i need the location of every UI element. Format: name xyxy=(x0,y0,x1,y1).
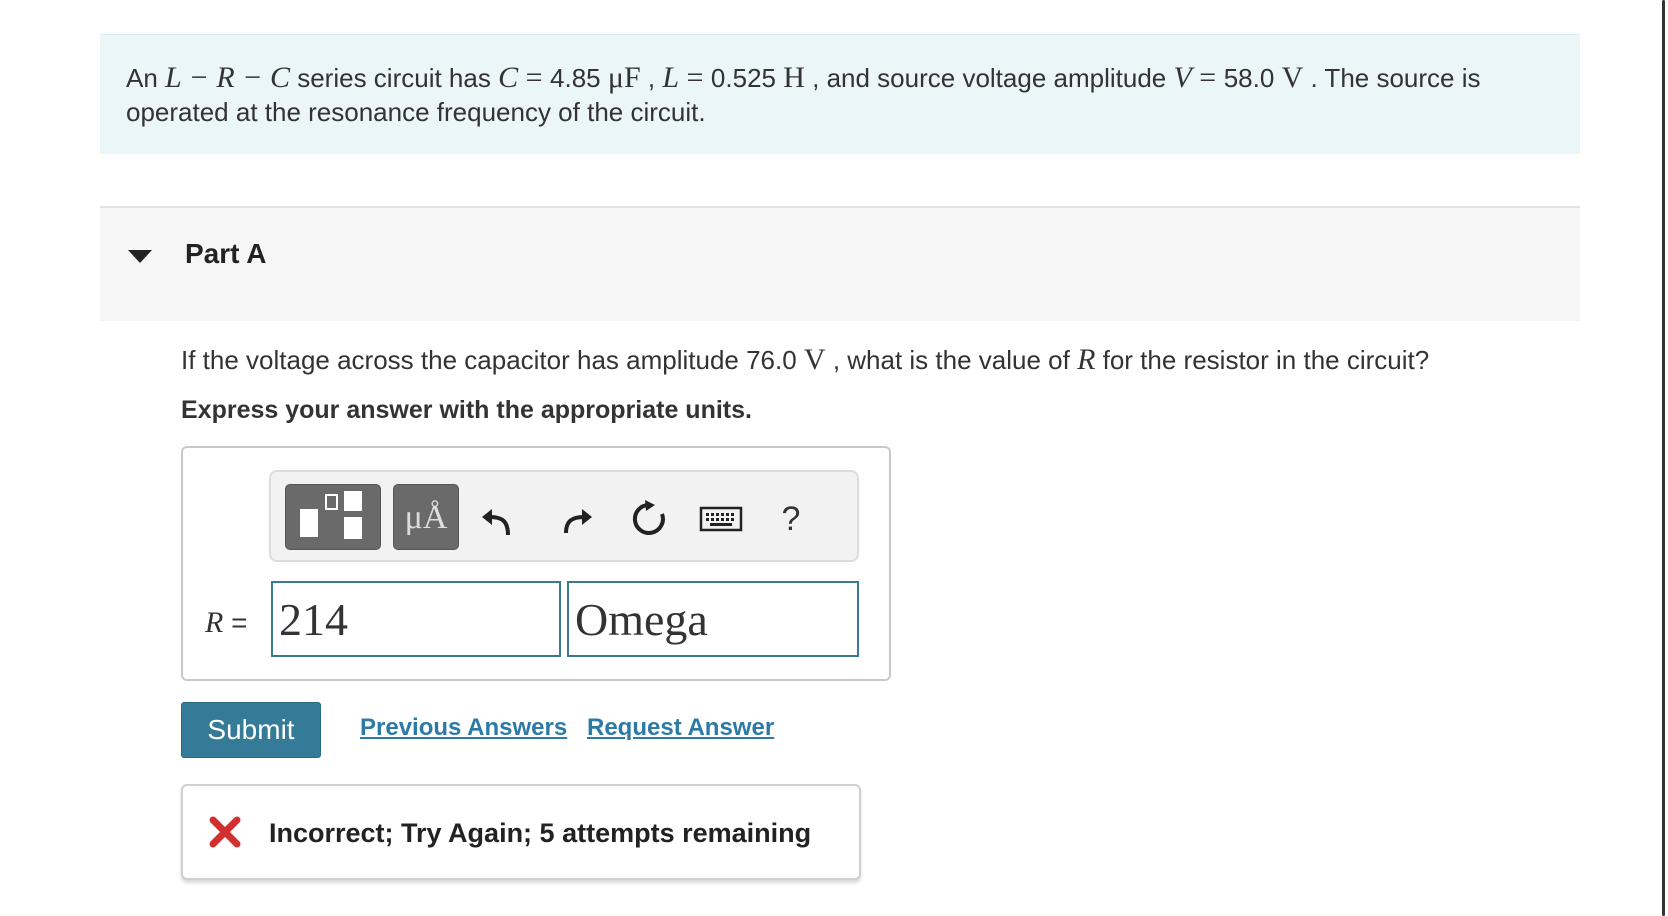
reset-button[interactable] xyxy=(627,494,671,544)
answer-equals: = xyxy=(223,607,248,638)
help-button[interactable]: ? xyxy=(769,494,813,544)
units-button[interactable]: μÅ xyxy=(393,484,459,550)
intro-equals: = xyxy=(518,61,551,94)
question-unit: V xyxy=(803,343,826,376)
intro-equals: = xyxy=(679,61,711,94)
intro-text: An xyxy=(126,63,166,93)
answer-units-input[interactable] xyxy=(567,581,859,657)
intro-c-unit: μF xyxy=(607,61,641,94)
intro-equals: = xyxy=(1191,61,1224,94)
templates-icon xyxy=(300,491,362,539)
undo-icon xyxy=(482,509,510,536)
units-button-label: μÅ xyxy=(404,499,448,536)
submit-button[interactable]: Submit xyxy=(181,702,321,758)
redo-icon xyxy=(564,509,592,534)
undo-button[interactable] xyxy=(476,494,520,544)
intro-l-unit: H xyxy=(783,61,805,94)
problem-intro: An L − R − C series circuit has C = 4.85… xyxy=(100,34,1580,154)
intro-text: series circuit has xyxy=(290,63,499,93)
part-title: Part A xyxy=(185,238,267,269)
question-part: If the voltage across the capacitor has … xyxy=(181,345,804,375)
intro-c-value: 4.85 xyxy=(550,63,601,93)
feedback-text: Incorrect; Try Again; 5 attempts remaini… xyxy=(269,818,812,848)
help-icon: ? xyxy=(781,499,801,538)
intro-text: , xyxy=(640,63,663,93)
intro-math-l: L xyxy=(662,61,679,94)
intro-text: , and source voltage amplitude xyxy=(804,63,1174,93)
math-toolbar: μÅ ? xyxy=(269,470,859,562)
request-answer-link[interactable]: Request Answer xyxy=(587,714,774,742)
intro-math-lrc: L − R − C xyxy=(165,61,290,94)
redo-button[interactable] xyxy=(554,494,598,544)
scrollbar-thumb[interactable] xyxy=(1662,0,1665,916)
caret-down-icon[interactable] xyxy=(128,250,152,263)
intro-v-value: 58.0 xyxy=(1223,63,1275,93)
question-text: If the voltage across the capacitor has … xyxy=(181,340,1429,380)
templates-button[interactable] xyxy=(285,484,381,550)
question-part: for the resistor in the circuit? xyxy=(1095,345,1430,375)
incorrect-x-icon xyxy=(209,816,241,848)
reset-icon xyxy=(632,500,665,535)
feedback-box: Incorrect; Try Again; 5 attempts remaini… xyxy=(181,784,861,880)
intro-math-c: C xyxy=(498,61,519,94)
question-var: R xyxy=(1077,343,1096,376)
answer-label: R = xyxy=(205,606,247,640)
answer-value-input[interactable] xyxy=(271,581,561,657)
question-part: , what is the value of xyxy=(825,345,1078,375)
answer-var: R xyxy=(205,606,224,639)
intro-v-unit: V xyxy=(1281,61,1304,94)
instruction-text: Express your answer with the appropriate… xyxy=(181,396,752,424)
answer-box: μÅ ? R = 214 Omega xyxy=(181,446,891,681)
intro-l-value: 0.525 xyxy=(710,63,776,93)
keyboard-icon xyxy=(699,506,743,532)
part-a-header[interactable]: Part A xyxy=(100,206,1580,321)
intro-math-v: V xyxy=(1173,61,1192,94)
previous-answers-link[interactable]: Previous Answers xyxy=(360,714,567,742)
keyboard-button[interactable] xyxy=(699,494,743,544)
